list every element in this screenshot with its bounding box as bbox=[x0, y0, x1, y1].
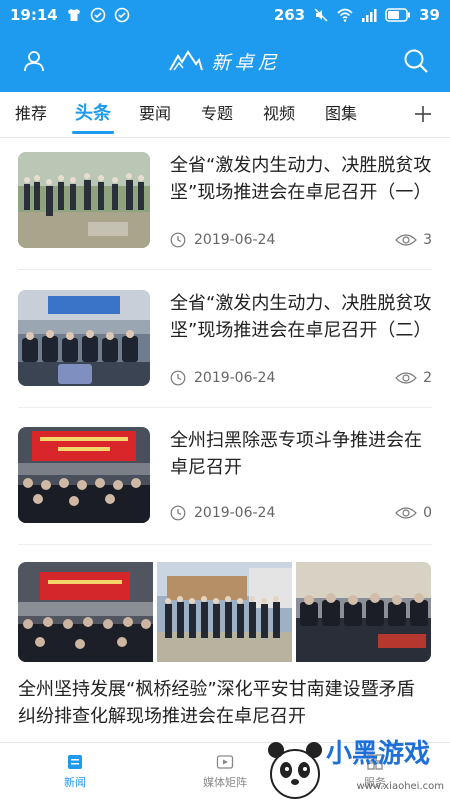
list-item[interactable]: 全州扫黑除恶专项斗争推进会在卓尼召开 2019-06-24 0 bbox=[18, 427, 432, 545]
user-icon bbox=[24, 51, 44, 72]
tab-topics[interactable]: 专题 bbox=[186, 92, 248, 138]
list-item[interactable]: 全州坚持发展“枫桥经验”深化平安甘南建设暨矛盾纠纷排查化解现场推进会在卓尼召开 bbox=[18, 562, 432, 730]
clock-icon bbox=[170, 232, 186, 248]
app-header: 新卓尼 bbox=[0, 30, 450, 92]
status-bar: 19:14 263 39 bbox=[0, 0, 450, 30]
battery-icon bbox=[385, 8, 411, 22]
article-meta: 2019-06-24 2 bbox=[170, 368, 432, 388]
eye-icon bbox=[395, 507, 417, 519]
nav-media-matrix-label: 媒体矩阵 bbox=[203, 776, 247, 789]
view-count-group: 3 bbox=[395, 232, 432, 248]
watermark-text: 小黑游戏 bbox=[325, 739, 430, 769]
article-date: 2019-06-24 bbox=[194, 232, 276, 248]
mute-icon bbox=[314, 8, 328, 22]
article-date-group: 2019-06-24 bbox=[170, 505, 275, 521]
app-logo: 新卓尼 bbox=[0, 30, 450, 92]
watermark-url: www.xiaohei.com bbox=[356, 781, 444, 792]
article-thumbnail bbox=[18, 427, 150, 523]
check-circle-icon bbox=[114, 7, 130, 23]
clock-icon bbox=[170, 370, 186, 386]
article-meta: 2019-06-24 0 bbox=[170, 503, 432, 523]
search-button[interactable] bbox=[396, 41, 436, 81]
article-title: 全州扫黑除恶专项斗争推进会在卓尼召开 bbox=[170, 430, 422, 478]
list-item[interactable]: 全省“激发内生动力、决胜脱贫攻坚”现场推进会在卓尼召开（一） 2019-06-2… bbox=[18, 152, 432, 270]
profile-button[interactable] bbox=[14, 41, 54, 81]
tab-recommend[interactable]: 推荐 bbox=[0, 92, 62, 138]
article-image bbox=[157, 562, 292, 662]
tshirt-icon bbox=[67, 9, 80, 21]
panda-mascot-icon bbox=[268, 742, 322, 799]
tab-gallery[interactable]: 图集 bbox=[310, 92, 372, 138]
nav-news-label: 新闻 bbox=[64, 776, 86, 789]
battery-level: 39 bbox=[419, 6, 440, 24]
article-date: 2019-06-24 bbox=[194, 505, 276, 521]
mountain-logo-icon bbox=[169, 50, 204, 71]
logo-text: 新卓尼 bbox=[211, 51, 281, 74]
article-image bbox=[18, 562, 153, 662]
category-tabs: 推荐 头条 要闻 专题 视频 图集 bbox=[0, 92, 450, 138]
view-count: 2 bbox=[423, 370, 432, 386]
eye-icon bbox=[395, 234, 417, 246]
article-date: 2019-06-24 bbox=[194, 370, 276, 386]
article-image bbox=[296, 562, 431, 662]
plus-icon bbox=[415, 106, 431, 122]
list-item[interactable]: 全省“激发内生动力、决胜脱贫攻坚”现场推进会在卓尼召开（二） 2019-06-2… bbox=[18, 290, 432, 408]
network-speed: 263 bbox=[273, 6, 306, 24]
search-icon bbox=[404, 49, 428, 73]
view-count: 3 bbox=[423, 232, 432, 248]
article-title: 全省“激发内生动力、决胜脱贫攻坚”现场推进会在卓尼召开（二） bbox=[170, 293, 432, 341]
status-time: 19:14 bbox=[10, 6, 58, 24]
wifi-icon bbox=[337, 8, 353, 22]
article-meta: 2019-06-24 3 bbox=[170, 230, 432, 250]
watermark: 小黑游戏 www.xiaohei.com bbox=[260, 722, 450, 800]
view-count-group: 2 bbox=[395, 370, 432, 386]
view-count-group: 0 bbox=[395, 505, 432, 521]
add-tab-button[interactable] bbox=[408, 99, 438, 129]
article-title: 全省“激发内生动力、决胜脱贫攻坚”现场推进会在卓尼召开（一） bbox=[170, 155, 432, 203]
article-date-group: 2019-06-24 bbox=[170, 232, 275, 248]
play-video-icon bbox=[216, 755, 234, 769]
tab-video[interactable]: 视频 bbox=[248, 92, 310, 138]
check-circle-icon bbox=[90, 7, 106, 23]
nav-news[interactable]: 新闻 bbox=[0, 743, 150, 800]
tab-news[interactable]: 要闻 bbox=[124, 92, 186, 138]
article-thumbnail bbox=[18, 152, 150, 248]
signal-icon bbox=[362, 9, 377, 22]
clock-icon bbox=[170, 505, 186, 521]
article-image-row bbox=[18, 562, 432, 662]
tab-headlines[interactable]: 头条 bbox=[62, 92, 124, 138]
article-thumbnail bbox=[18, 290, 150, 386]
eye-icon bbox=[395, 372, 417, 384]
view-count: 0 bbox=[423, 505, 432, 521]
article-date-group: 2019-06-24 bbox=[170, 370, 275, 386]
top-bar: 19:14 263 39 新卓尼 bbox=[0, 0, 450, 92]
news-icon bbox=[68, 755, 82, 769]
